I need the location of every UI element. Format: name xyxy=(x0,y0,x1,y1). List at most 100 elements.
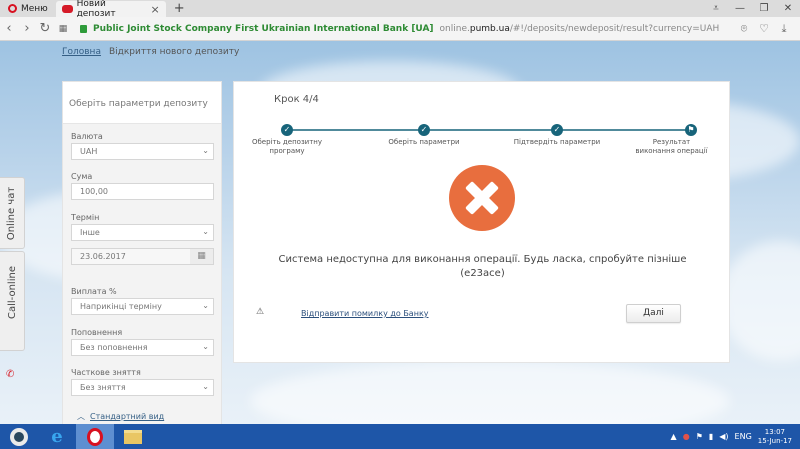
params-title: Оберіть параметри депозиту xyxy=(63,82,221,124)
chevron-down-icon: ⌄ xyxy=(202,342,209,351)
page-content: Головна Відкриття нового депозиту Оберіт… xyxy=(0,41,800,424)
speed-dial-icon[interactable]: ▦ xyxy=(54,24,72,34)
online-chat-label: Online чат xyxy=(6,186,18,240)
minimize-icon[interactable]: — xyxy=(728,3,752,14)
call-online-label: Call-online xyxy=(6,265,18,319)
camera-icon[interactable]: ⌾ xyxy=(736,22,752,36)
step-3-done-icon: ✓ xyxy=(551,124,563,136)
volume-icon[interactable]: ◀) xyxy=(719,432,728,441)
step-1-label: Оберіть депозитну програму xyxy=(251,138,323,155)
tray-arrow-icon[interactable]: ▲ xyxy=(671,432,677,441)
call-online-tab[interactable]: Call-online ✆ xyxy=(0,251,25,380)
chevron-down-icon: ⌄ xyxy=(202,301,209,310)
amount-input[interactable]: 100,00 xyxy=(71,183,214,200)
step-4-flag-icon: ⚑ xyxy=(685,124,697,136)
term-select[interactable]: Інше ⌄ xyxy=(71,224,214,241)
currency-label: Валюта xyxy=(71,132,103,141)
topup-value: Без поповнення xyxy=(80,343,148,352)
close-window-icon[interactable]: ✕ xyxy=(776,3,800,14)
network-icon[interactable]: ▮ xyxy=(709,432,713,441)
withdraw-select[interactable]: Без зняття ⌄ xyxy=(71,379,214,396)
step-4-label: Результат виконання операції xyxy=(635,138,708,155)
url-path: /#!/deposits/newdeposit/result?currency=… xyxy=(509,23,720,34)
deposit-params-panel: Оберіть параметри депозиту Валюта UAH ⌄ … xyxy=(62,81,222,424)
term-label: Термін xyxy=(71,213,100,222)
breadcrumb-home-link[interactable]: Головна xyxy=(62,47,101,57)
report-error-link[interactable]: Відправити помилку до Банку xyxy=(301,309,429,318)
taskbar-explorer[interactable] xyxy=(114,424,152,449)
flag-icon[interactable]: ⚑ xyxy=(696,432,703,441)
bookmark-heart-icon[interactable]: ♡ xyxy=(756,22,772,36)
reload-icon[interactable]: ↻ xyxy=(36,21,54,36)
term-value: Інше xyxy=(80,228,100,237)
tab-close-icon[interactable]: × xyxy=(151,3,160,16)
chevron-down-icon: ⌄ xyxy=(202,227,209,236)
opera-logo-icon xyxy=(8,4,17,13)
url-text: online.pumb.ua/#!/deposits/newdeposit/re… xyxy=(440,24,720,34)
breadcrumb-current: Відкриття нового депозиту xyxy=(108,47,240,57)
payout-value: Наприкінці терміну xyxy=(80,302,162,311)
taskbar-opera[interactable] xyxy=(76,424,114,449)
breadcrumb: Головна Відкриття нового депозиту xyxy=(62,47,239,57)
step-2-done-icon: ✓ xyxy=(418,124,430,136)
system-tray: ▲ ● ⚑ ▮ ◀) ENG 13:07 15-Jun-17 xyxy=(671,428,800,446)
topup-select[interactable]: Без поповнення ⌄ xyxy=(71,339,214,356)
chevron-up-icon: ︿ xyxy=(77,412,85,421)
calendar-icon[interactable]: ▦ xyxy=(190,248,214,265)
tab-menu-icon[interactable]: ⩡ xyxy=(704,3,728,14)
browser-tab[interactable]: Новий депозит × xyxy=(55,0,166,19)
step-2-label: Оберіть параметри xyxy=(388,138,460,146)
steam-icon xyxy=(10,427,28,446)
window-controls: ⩡ — ❐ ✕ xyxy=(704,0,800,17)
error-message: Система недоступна для виконання операці… xyxy=(278,254,687,265)
currency-select[interactable]: UAH ⌄ xyxy=(71,143,214,160)
amount-label: Сума xyxy=(71,172,93,181)
address-bar: ‹ › ↻ ▦ Public Joint Stock Company First… xyxy=(0,17,800,41)
forward-icon[interactable]: › xyxy=(18,21,36,36)
internet-explorer-icon: e xyxy=(51,426,63,447)
back-icon[interactable]: ‹ xyxy=(0,21,18,36)
payout-select[interactable]: Наприкінці терміну ⌄ xyxy=(71,298,214,315)
lock-icon xyxy=(80,24,87,33)
date-value: 23.06.2017 xyxy=(80,252,126,261)
chevron-down-icon: ⌄ xyxy=(202,146,209,155)
pumb-favicon-icon xyxy=(61,5,73,13)
step-3-label: Підтвердіть параметри xyxy=(513,138,601,146)
browser-tab-bar: Меню Новий депозит × + ⩡ — ❐ ✕ xyxy=(0,0,800,19)
download-icon[interactable]: ⤓ xyxy=(776,22,792,36)
cloud-decoration xyxy=(250,361,730,424)
language-indicator[interactable]: ENG xyxy=(735,432,752,441)
tray-app-icon[interactable]: ● xyxy=(683,432,690,441)
url-field[interactable]: Public Joint Stock Company First Ukraini… xyxy=(80,24,719,34)
currency-value: UAH xyxy=(80,147,98,156)
date-input[interactable]: 23.06.2017 xyxy=(71,248,191,265)
new-tab-button[interactable]: + xyxy=(166,0,193,17)
clock-date: 15-Jun-17 xyxy=(757,436,792,445)
standard-view-toggle[interactable]: ︿ Стандартний вид xyxy=(77,411,164,422)
url-prefix: online. xyxy=(439,23,470,34)
opera-menu-button[interactable]: Меню xyxy=(0,0,56,17)
cloud-decoration xyxy=(720,241,800,361)
amount-value: 100,00 xyxy=(80,187,108,196)
restore-icon[interactable]: ❐ xyxy=(752,3,776,14)
url-domain: pumb.ua xyxy=(469,23,510,34)
menu-label: Меню xyxy=(21,3,48,14)
result-card: Крок 4/4 ✓ ✓ ✓ ⚑ Оберіть депозитну прогр… xyxy=(233,81,730,363)
topup-label: Поповнення xyxy=(71,328,123,337)
windows-taskbar: e ▲ ● ⚑ ▮ ◀) ENG 13:07 15-Jun-17 xyxy=(0,424,800,449)
online-chat-tab[interactable]: Online чат xyxy=(0,177,25,249)
step-1-done-icon: ✓ xyxy=(281,124,293,136)
taskbar-steam[interactable] xyxy=(0,424,38,449)
error-x-icon xyxy=(449,165,515,231)
certificate-owner: Public Joint Stock Company First Ukraini… xyxy=(93,23,434,34)
clock[interactable]: 13:07 15-Jun-17 xyxy=(758,428,792,446)
warning-icon: ⚠ xyxy=(256,307,265,317)
file-explorer-icon xyxy=(124,429,142,444)
error-code: (e23ace) xyxy=(460,268,505,279)
chevron-down-icon: ⌄ xyxy=(202,382,209,391)
withdraw-value: Без зняття xyxy=(80,383,126,392)
taskbar-ie[interactable]: e xyxy=(38,424,76,449)
opera-icon xyxy=(87,427,103,446)
next-button[interactable]: Далі xyxy=(626,304,681,323)
phone-icon: ✆ xyxy=(6,369,15,380)
